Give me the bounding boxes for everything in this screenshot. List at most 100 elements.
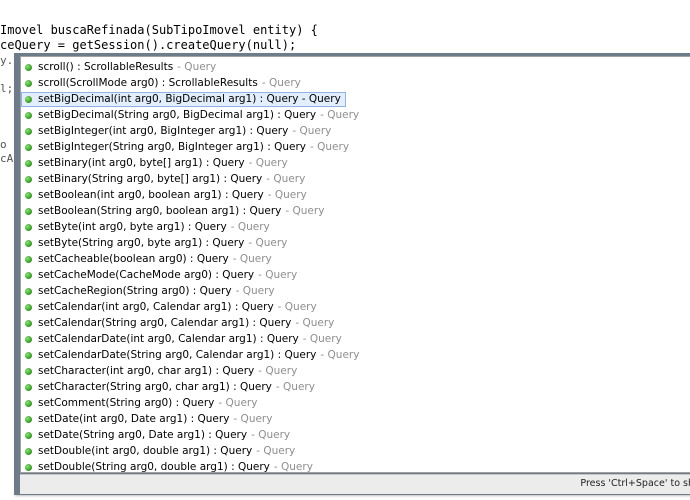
proposal-item[interactable]: setComment(String arg0) : Query - Query — [21, 395, 690, 411]
proposal-list-container[interactable]: scroll() : ScrollableResults - Query scrol… — [20, 56, 690, 473]
proposal-item-content: setComment(String arg0) : Query - Query — [21, 396, 262, 411]
public-method-icon — [25, 287, 32, 295]
proposal-list: scroll() : ScrollableResults - Query scrol… — [21, 59, 690, 473]
proposal-item-content: setDouble(String arg0, double arg1) : Qu… — [21, 460, 318, 473]
proposal-item[interactable]: setCacheMode(CacheMode arg0) : Query - Qu… — [21, 267, 690, 283]
public-method-icon — [25, 95, 32, 103]
proposal-declaring-type: - Query — [248, 237, 288, 249]
proposal-item[interactable]: setDate(int arg0, Date arg1) : Query - Qu… — [21, 411, 690, 427]
proposal-item[interactable]: setBinary(int arg0, byte[] arg1) : Query… — [21, 155, 690, 171]
proposal-declaring-type: - Query — [235, 285, 275, 297]
proposal-signature: setBigInteger(String arg0, BigInteger ar… — [38, 141, 306, 153]
proposal-item[interactable]: setBigInteger(int arg0, BigInteger arg1)… — [21, 123, 690, 139]
public-method-icon — [25, 63, 32, 71]
proposal-item[interactable]: setDouble(int arg0, double arg1) : Query… — [21, 443, 690, 459]
proposal-declaring-type: - Query — [258, 269, 298, 281]
public-method-icon — [25, 143, 32, 151]
public-method-icon — [25, 127, 32, 135]
proposal-item[interactable]: setBoolean(int arg0, boolean arg1) : Que… — [21, 187, 690, 203]
proposal-item-content: setBigInteger(String arg0, BigInteger ar… — [21, 140, 354, 155]
public-method-icon — [25, 447, 32, 455]
proposal-declaring-type: - Query — [273, 461, 313, 473]
proposal-item-content: setCalendar(String arg0, Calendar arg1) … — [21, 316, 339, 331]
public-method-icon — [25, 255, 32, 263]
proposal-signature: scroll() : ScrollableResults — [38, 61, 174, 73]
proposal-declaring-type: - Query — [277, 301, 317, 313]
proposal-item[interactable]: setCacheRegion(String arg0) : Query - Que… — [21, 283, 690, 299]
public-method-icon — [25, 463, 32, 471]
proposal-declaring-type: - Query — [251, 429, 291, 441]
proposal-item[interactable]: setByte(int arg0, byte arg1) : Query - Qu… — [21, 219, 690, 235]
proposal-item[interactable]: scroll(ScrollMode arg0) : ScrollableResu… — [21, 75, 690, 91]
proposal-signature: setBinary(String arg0, byte[] arg1) : Qu… — [38, 173, 263, 185]
code-fragment: l; — [0, 82, 14, 95]
code-line-method-signature: Imovel buscaRefinada(SubTipoImovel entit… — [0, 23, 318, 37]
proposal-item[interactable]: setDouble(String arg0, double arg1) : Qu… — [21, 459, 690, 473]
proposal-signature: setCacheRegion(String arg0) : Query — [38, 285, 232, 297]
proposal-declaring-type: - Query — [275, 381, 315, 393]
public-method-icon — [25, 335, 32, 343]
proposal-item[interactable]: setBigInteger(String arg0, BigInteger ar… — [21, 139, 690, 155]
proposal-item[interactable]: scroll() : ScrollableResults - Query — [21, 59, 690, 75]
proposal-signature: setDouble(String arg0, double arg1) : Qu… — [38, 461, 270, 473]
proposal-item-content: setCacheMode(CacheMode arg0) : Query - Qu… — [21, 268, 302, 283]
code-fragment: o — [0, 138, 7, 151]
proposal-item[interactable]: setCharacter(String arg0, char arg1) : Q… — [21, 379, 690, 395]
proposal-item-content: setDouble(int arg0, double arg1) : Query… — [21, 444, 300, 459]
proposal-item[interactable]: setCalendar(int arg0, Calendar arg1) : Q… — [21, 299, 690, 315]
proposal-declaring-type: - Query — [285, 205, 325, 217]
proposal-item[interactable]: setCalendarDate(int arg0, Calendar arg1)… — [21, 331, 690, 347]
proposal-declaring-type: - Query — [248, 157, 288, 169]
public-method-icon — [25, 79, 32, 87]
content-assist-popup: scroll() : ScrollableResults - Query scrol… — [14, 53, 690, 495]
proposal-declaring-type: - Query — [302, 333, 342, 345]
proposal-item-content: setCalendar(int arg0, Calendar arg1) : Q… — [21, 300, 322, 315]
proposal-signature: setDouble(int arg0, double arg1) : Query — [38, 445, 253, 457]
public-method-icon — [25, 175, 32, 183]
code-fragment: y. — [0, 54, 14, 67]
proposal-item-content: setByte(int arg0, byte arg1) : Query - Qu… — [21, 220, 275, 235]
proposal-item[interactable]: setBinary(String arg0, byte[] arg1) : Qu… — [21, 171, 690, 187]
proposal-declaring-type: - Query — [261, 77, 301, 89]
code-fragment: cA — [0, 152, 14, 165]
public-method-icon — [25, 319, 32, 327]
proposal-signature: setBoolean(String arg0, boolean arg1) : … — [38, 205, 282, 217]
proposal-item-content: setCacheable(boolean arg0) : Query - Quer… — [21, 252, 277, 267]
proposal-item-content: setCharacter(int arg0, char arg1) : Quer… — [21, 364, 302, 379]
proposal-item-content: setBinary(int arg0, byte[] arg1) : Query… — [21, 156, 293, 171]
proposal-signature: setBinary(int arg0, byte[] arg1) : Query — [38, 157, 245, 169]
proposal-declaring-type: - Query — [320, 109, 360, 121]
proposal-declaring-type: - Query — [218, 397, 258, 409]
proposal-declaring-type: - Query — [233, 413, 273, 425]
proposal-item-content: setBigDecimal(String arg0, BigDecimal ar… — [21, 108, 364, 123]
proposal-item-content: setByte(String arg0, byte arg1) : Query -… — [21, 236, 292, 251]
public-method-icon — [25, 111, 32, 119]
proposal-item[interactable]: setBigDecimal(String arg0, BigDecimal ar… — [21, 107, 690, 123]
proposal-item[interactable]: setCalendarDate(String arg0, Calendar ar… — [21, 347, 690, 363]
proposal-item[interactable]: setDate(String arg0, Date arg1) : Query -… — [21, 427, 690, 443]
proposal-signature: setCharacter(int arg0, char arg1) : Quer… — [38, 365, 255, 377]
proposal-item[interactable]: setCalendar(String arg0, Calendar arg1) … — [21, 315, 690, 331]
proposal-declaring-type: - Query — [177, 61, 217, 73]
proposal-item-content: setBinary(String arg0, byte[] arg1) : Qu… — [21, 172, 310, 187]
public-method-icon — [25, 239, 32, 247]
public-method-icon — [25, 271, 32, 279]
public-method-icon — [25, 303, 32, 311]
proposal-signature: setByte(String arg0, byte arg1) : Query — [38, 237, 245, 249]
public-method-icon — [25, 191, 32, 199]
proposal-declaring-type: - Query — [232, 253, 272, 265]
content-assist-status-bar: Press 'Ctrl+Space' to sh — [20, 474, 690, 494]
proposal-item[interactable]: setCharacter(int arg0, char arg1) : Quer… — [21, 363, 690, 379]
status-hint-text: Press 'Ctrl+Space' to sh — [580, 478, 690, 489]
proposal-item-content: scroll(ScrollMode arg0) : ScrollableResu… — [21, 76, 306, 91]
proposal-item[interactable]: setBoolean(String arg0, boolean arg1) : … — [21, 203, 690, 219]
proposal-item-content: setBoolean(int arg0, boolean arg1) : Que… — [21, 188, 312, 203]
proposal-signature: setByte(int arg0, byte arg1) : Query — [38, 221, 227, 233]
proposal-item[interactable]: setByte(String arg0, byte arg1) : Query -… — [21, 235, 690, 251]
proposal-declaring-type: - Query — [295, 317, 335, 329]
public-method-icon — [25, 367, 32, 375]
proposal-declaring-type: - Query — [292, 125, 332, 137]
proposal-item[interactable]: setCacheable(boolean arg0) : Query - Quer… — [21, 251, 690, 267]
proposal-declaring-type: - Query — [266, 173, 306, 185]
proposal-item[interactable]: setBigDecimal(int arg0, BigDecimal arg1)… — [21, 91, 690, 107]
